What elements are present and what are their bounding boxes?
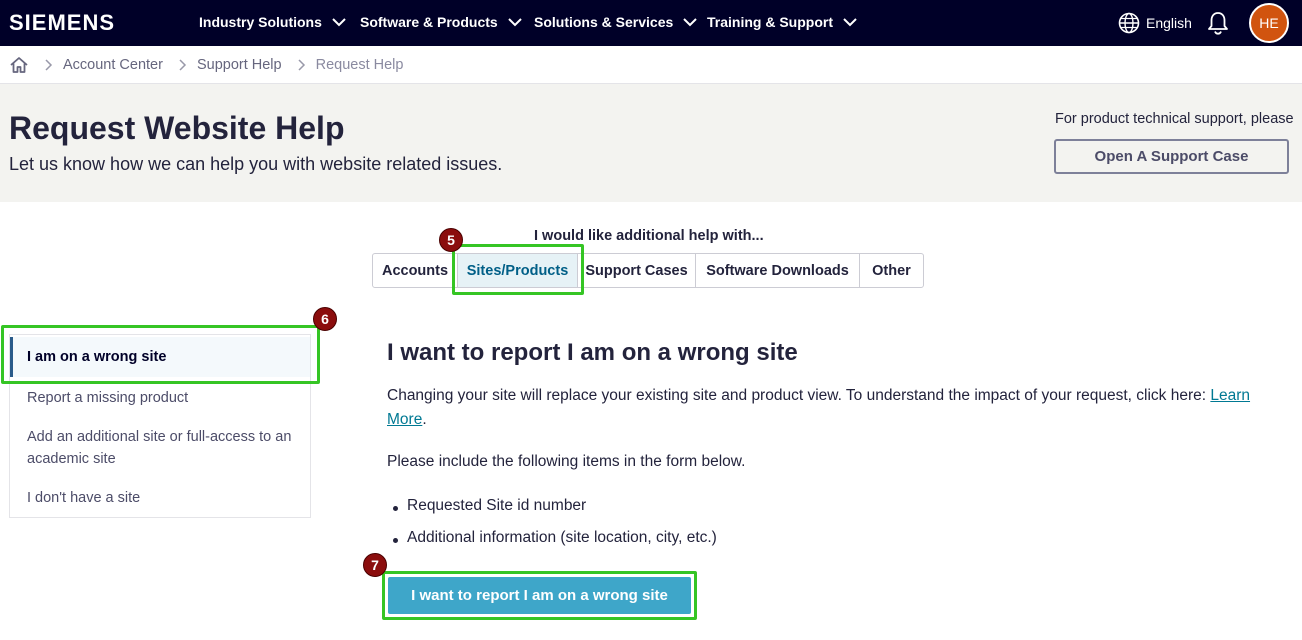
home-icon[interactable] xyxy=(9,56,29,74)
nav-item-label: Solutions & Services xyxy=(534,14,674,30)
step-marker-6: 6 xyxy=(313,307,337,331)
chevron-down-icon xyxy=(332,18,346,27)
breadcrumb-support-help[interactable]: Support Help xyxy=(197,57,282,73)
report-wrong-site-button[interactable]: I want to report I am on a wrong site xyxy=(388,577,691,614)
siemens-logo[interactable]: SIEMENS xyxy=(9,10,115,36)
nav-item-label: Software & Products xyxy=(360,14,498,30)
list-item-text: Requested Site id number xyxy=(407,497,587,514)
language-selector[interactable]: English xyxy=(1118,12,1192,34)
nav-software-products[interactable]: Software & Products xyxy=(360,14,523,30)
tab-software-downloads[interactable]: Software Downloads xyxy=(696,254,860,287)
open-support-case-button[interactable]: Open A Support Case xyxy=(1054,139,1289,174)
tab-support-cases[interactable]: Support Cases xyxy=(578,254,696,287)
tab-sites-products[interactable]: Sites/Products xyxy=(458,254,578,287)
chevron-down-icon xyxy=(507,18,522,27)
issue-type-menu: I am on a wrong site Report a missing pr… xyxy=(9,334,311,518)
chevron-down-icon xyxy=(683,18,697,27)
top-navigation-bar: SIEMENS Industry Solutions Software & Pr… xyxy=(0,0,1302,46)
tab-accounts[interactable]: Accounts xyxy=(373,254,458,287)
section-title: I want to report I am on a wrong site xyxy=(387,339,798,366)
form-instructions: Please include the following items in th… xyxy=(387,453,746,470)
description-text: Changing your site will replace your exi… xyxy=(387,387,1211,404)
description-period: . xyxy=(422,411,427,428)
nav-item-label: Industry Solutions xyxy=(199,14,322,30)
tab-other[interactable]: Other xyxy=(860,254,923,287)
bullet-icon xyxy=(393,538,398,543)
nav-training-support[interactable]: Training & Support xyxy=(707,14,858,30)
menu-item-additional-site[interactable]: Add an additional site or full-access to… xyxy=(10,426,300,470)
breadcrumb: Account Center Support Help Request Help xyxy=(0,46,1302,84)
step-marker-7: 7 xyxy=(363,553,387,577)
required-items-list: Requested Site id number Additional info… xyxy=(393,497,717,561)
list-item-text: Additional information (site location, c… xyxy=(407,529,717,546)
list-item: Additional information (site location, c… xyxy=(393,529,717,561)
page-subtitle: Let us know how we can help you with web… xyxy=(9,154,503,174)
site-change-description: Changing your site will replace your exi… xyxy=(387,384,1287,432)
breadcrumb-request-help: Request Help xyxy=(315,56,404,73)
tabs-heading: I would like additional help with... xyxy=(534,228,764,244)
menu-item-no-site[interactable]: I don't have a site xyxy=(10,487,310,509)
menu-item-label: I am on a wrong site xyxy=(27,349,167,365)
language-label: English xyxy=(1146,15,1192,31)
chevron-right-icon xyxy=(298,58,305,71)
globe-icon xyxy=(1118,12,1140,34)
chevron-down-icon xyxy=(843,18,857,27)
step-marker-5: 5 xyxy=(439,228,463,252)
support-prompt-text: For product technical support, please xyxy=(1055,111,1294,127)
notification-bell-icon[interactable] xyxy=(1207,11,1229,35)
nav-item-label: Training & Support xyxy=(707,14,833,30)
menu-item-wrong-site[interactable]: I am on a wrong site xyxy=(10,337,310,377)
help-category-tabs: Accounts Sites/Products Support Cases So… xyxy=(372,253,924,288)
breadcrumb-account-center[interactable]: Account Center xyxy=(63,57,163,73)
chevron-right-icon xyxy=(45,58,53,71)
list-item: Requested Site id number xyxy=(393,497,717,529)
menu-item-missing-product[interactable]: Report a missing product xyxy=(10,387,310,409)
bullet-icon xyxy=(393,506,398,511)
nav-solutions-services[interactable]: Solutions & Services xyxy=(534,14,698,30)
nav-industry-solutions[interactable]: Industry Solutions xyxy=(199,14,347,30)
page-title: Request Website Help xyxy=(9,110,345,146)
user-avatar[interactable]: HE xyxy=(1249,3,1289,43)
chevron-right-icon xyxy=(179,58,187,71)
